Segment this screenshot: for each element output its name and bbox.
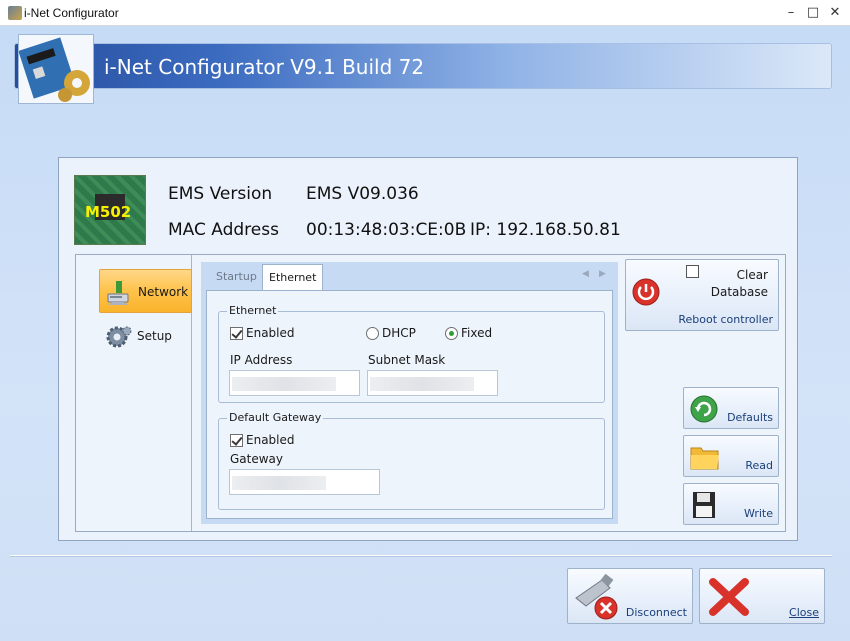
mac-address-value: 00:13:48:03:CE:0B <box>306 220 467 240</box>
close-window-button[interactable]: ✕ <box>824 3 846 23</box>
read-button[interactable]: Read <box>683 435 779 477</box>
subnet-mask-label: Subnet Mask <box>368 353 446 367</box>
tab-startup[interactable]: Startup <box>210 264 263 290</box>
board-image: M502 <box>74 175 146 245</box>
save-disk-icon <box>692 491 716 522</box>
ip-address-value <box>232 377 336 391</box>
window-title: i-Net Configurator <box>24 6 119 20</box>
board-model-label: M502 <box>85 203 132 221</box>
close-label: Close <box>789 606 819 619</box>
ethernet-enabled-checkbox[interactable] <box>230 327 243 340</box>
defaults-button[interactable]: Defaults <box>683 387 779 429</box>
mac-address-label: MAC Address <box>168 220 279 240</box>
sidebar-item-network[interactable]: Network <box>99 269 192 313</box>
ip-address-label: IP Address <box>230 353 293 367</box>
tab-scroll-right-icon[interactable]: ▶ <box>599 269 606 279</box>
minimize-button[interactable]: – <box>780 3 802 23</box>
power-icon <box>632 278 660 309</box>
subnet-mask-input[interactable] <box>367 370 498 396</box>
ethernet-enabled-label: Enabled <box>246 326 295 340</box>
maximize-button[interactable]: □ <box>802 3 824 23</box>
app-icon <box>8 6 22 20</box>
reboot-controller-label: Reboot controller <box>678 313 773 326</box>
ems-version-label: EMS Version <box>168 184 273 204</box>
ip-address-input[interactable] <box>229 370 360 396</box>
refresh-icon <box>690 395 718 426</box>
network-icon <box>106 280 134 306</box>
write-label: Write <box>743 507 773 520</box>
gateway-input[interactable] <box>229 469 380 495</box>
disconnect-label: Disconnect <box>625 606 687 619</box>
sidebar-item-setup[interactable]: Setup <box>99 314 192 358</box>
clear-database-checkbox[interactable] <box>686 265 699 278</box>
clear-database-label: Clear Database <box>710 268 768 299</box>
window-titlebar: i-Net Configurator – □ ✕ <box>0 0 850 26</box>
tab-ethernet[interactable]: Ethernet <box>262 264 324 290</box>
read-label: Read <box>745 459 773 472</box>
gateway-group-title: Default Gateway <box>227 411 324 424</box>
fixed-radio[interactable] <box>445 327 458 340</box>
product-logo <box>18 34 94 104</box>
disconnect-plug-icon <box>572 573 622 623</box>
dhcp-label: DHCP <box>382 326 416 340</box>
fixed-label: Fixed <box>461 326 493 340</box>
close-button[interactable]: Close <box>699 568 825 624</box>
gateway-enabled-label: Enabled <box>246 433 295 447</box>
dhcp-radio[interactable] <box>366 327 379 340</box>
gateway-value <box>232 476 326 490</box>
gateway-enabled-checkbox[interactable] <box>230 434 243 447</box>
gateway-label: Gateway <box>230 452 284 466</box>
disconnect-button[interactable]: Disconnect <box>567 568 693 624</box>
defaults-label: Defaults <box>727 411 773 424</box>
sidebar-item-label: Setup <box>137 329 172 343</box>
sidebar-item-label: Network <box>138 285 189 299</box>
folder-icon <box>690 443 720 474</box>
tab-scroll-left-icon[interactable]: ◀ <box>582 269 589 279</box>
ems-version-value: EMS V09.036 <box>306 184 419 204</box>
ethernet-group-title: Ethernet <box>227 304 279 317</box>
close-x-icon <box>708 577 750 620</box>
ip-address-display: IP: 192.168.50.81 <box>470 220 621 240</box>
footer-divider <box>10 555 832 556</box>
subnet-mask-value <box>370 377 474 391</box>
gear-icon <box>105 324 133 350</box>
write-button[interactable]: Write <box>683 483 779 525</box>
banner-title: i-Net Configurator V9.1 Build 72 <box>104 55 425 79</box>
